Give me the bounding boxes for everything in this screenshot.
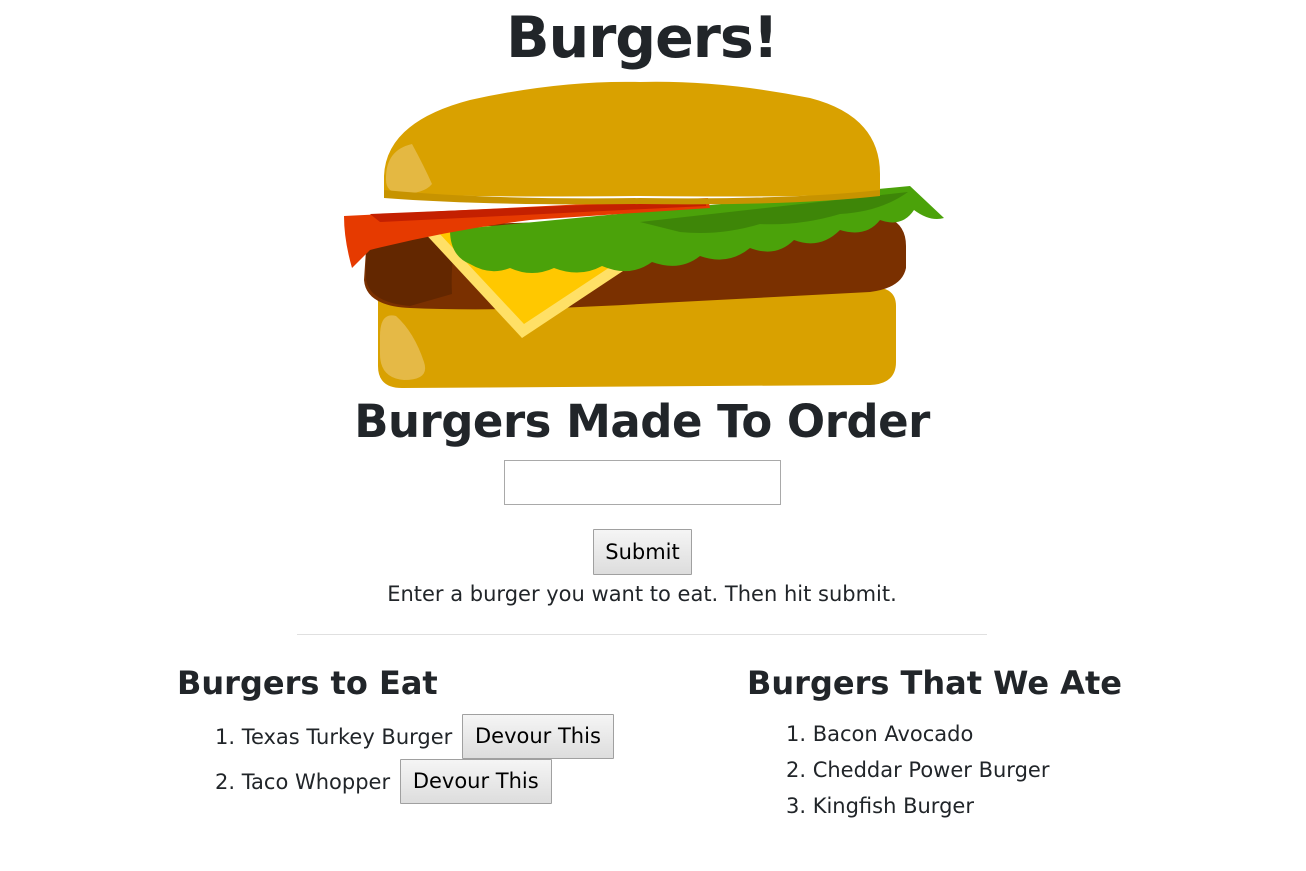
list-item-number: 2.: [785, 758, 806, 782]
burger-name: Bacon Avocado: [812, 722, 974, 746]
submit-button[interactable]: Submit: [593, 529, 692, 575]
devour-button[interactable]: Devour This: [461, 714, 614, 759]
page: Burgers! Burgers Made To Order Submit En…: [0, 0, 1306, 871]
order-heading: Burgers Made To Order: [354, 395, 930, 448]
burger-name: Taco Whopper: [241, 770, 391, 794]
list-item-number: 2.: [214, 770, 235, 794]
burger-name: Kingfish Burger: [812, 794, 974, 818]
list-item: 1. Bacon Avocado: [776, 716, 1049, 752]
burgers-eaten-heading: Burgers That We Ate: [747, 664, 1122, 702]
burgers-eaten-list: 1. Bacon Avocado 2. Cheddar Power Burger…: [776, 716, 1050, 824]
devour-button[interactable]: Devour This: [399, 759, 552, 804]
list-item-number: 3.: [785, 794, 806, 818]
list-item-number: 1.: [214, 725, 235, 749]
burger-name-input[interactable]: [504, 460, 781, 505]
burgers-to-eat-heading: Burgers to Eat: [177, 664, 438, 702]
list-item: 1. Texas Turkey Burger Devour This: [205, 714, 614, 759]
list-item: 2. Cheddar Power Burger: [776, 752, 1050, 788]
burger-name: Texas Turkey Burger: [241, 725, 453, 749]
list-item-number: 1.: [785, 722, 806, 746]
list-item: 2. Taco Whopper Devour This: [205, 759, 614, 804]
burger-icon: [344, 81, 944, 388]
list-item: 3. Kingfish Burger: [776, 788, 1049, 824]
burger-name: Cheddar Power Burger: [812, 758, 1050, 782]
burgers-to-eat-list: 1. Texas Turkey Burger Devour This 2. Ta…: [205, 714, 614, 804]
divider: [297, 634, 987, 635]
instructions-text: Enter a burger you want to eat. Then hit…: [387, 582, 897, 606]
page-title: Burgers!: [506, 5, 779, 71]
